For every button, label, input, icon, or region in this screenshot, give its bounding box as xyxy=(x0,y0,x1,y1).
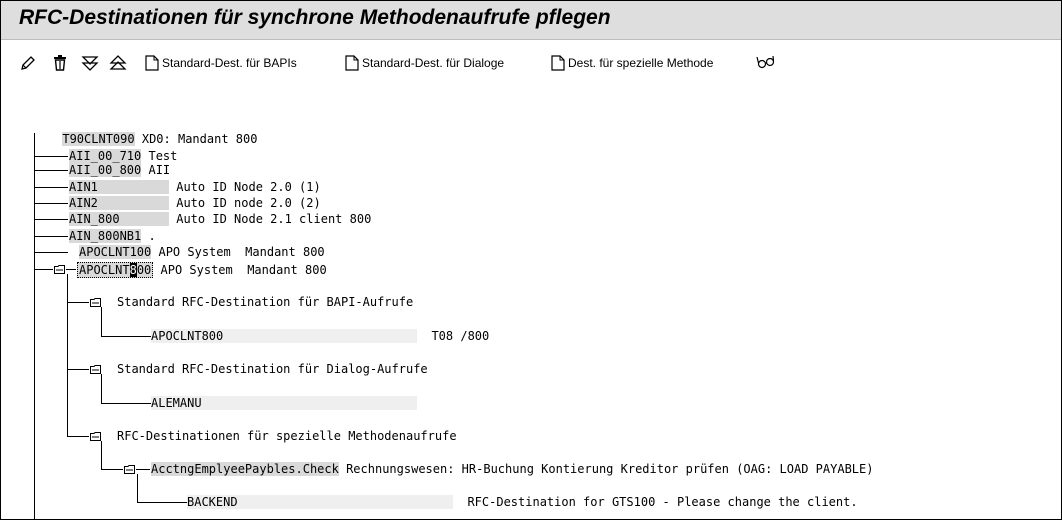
tree-connector xyxy=(34,156,68,157)
open-folder-icon xyxy=(90,298,101,307)
collapse-icon xyxy=(109,55,127,70)
tree-connector xyxy=(101,441,102,469)
application-toolbar: Standard-Dest. für BAPIs Standard-Dest. … xyxy=(1,40,1061,92)
selected-key: APOCLNT800 xyxy=(77,262,154,278)
open-folder-icon xyxy=(124,465,135,474)
title-bar: RFC-Destinationen für synchrone Methoden… xyxy=(1,1,1061,40)
sap-window: RFC-Destinationen für synchrone Methoden… xyxy=(0,0,1062,520)
document-icon xyxy=(345,55,359,71)
tree-item[interactable]: AIN_800NB1 . xyxy=(69,229,156,243)
dialog-folder-label: Standard RFC-Destination für Dialog-Aufr… xyxy=(117,362,428,376)
tree-root-text: XD0: Mandant 800 xyxy=(141,132,258,146)
method-text: Rechnungswesen: HR-Buchung Kontierung Kr… xyxy=(346,462,874,476)
dialog-folder[interactable]: Standard RFC-Destination für Dialog-Aufr… xyxy=(117,362,428,376)
method-key: AcctngEmplyeePaybles.Check xyxy=(151,462,339,476)
tree-item-key: APOCLNT100 xyxy=(79,245,152,259)
tree-item-text: . xyxy=(148,229,156,243)
tree-root-key: T90CLNT090 xyxy=(62,132,135,146)
tree-connector xyxy=(67,302,89,303)
tree-item-key: AIN_800NB1 xyxy=(69,229,142,243)
tree-connector xyxy=(101,403,151,404)
open-folder-icon xyxy=(54,265,65,274)
tree-connector xyxy=(101,307,102,336)
tree-item-text: AII xyxy=(148,163,171,177)
pencil-icon xyxy=(21,56,35,70)
tree-item[interactable]: AIN1 Auto ID Node 2.0 (1) xyxy=(69,180,321,194)
method-item[interactable]: AcctngEmplyeePaybles.Check Rechnungswese… xyxy=(151,462,873,476)
delete-button[interactable] xyxy=(51,50,69,76)
tree-connector xyxy=(137,474,138,502)
bapi-destination[interactable]: APOCLNT800 T08 /800 xyxy=(151,329,489,343)
tree-connector xyxy=(101,374,102,403)
destination-tree: T90CLNT090 XD0: Mandant 800 AII_00_710 T… xyxy=(1,92,1061,519)
standard-dest-dialog-label: Standard-Dest. für Dialoge xyxy=(362,56,505,70)
tree-item-key: AIN2 xyxy=(69,196,169,210)
standard-dest-bapi-button[interactable]: Standard-Dest. für BAPIs xyxy=(144,50,297,76)
tree-connector xyxy=(101,336,151,337)
method-destination-value: BACKEND xyxy=(187,495,453,509)
method-destination-desc: RFC-Destination for GTS100 - Please chan… xyxy=(467,495,858,509)
tree-connector xyxy=(34,219,68,220)
tree-connector xyxy=(66,269,76,270)
open-folder-icon xyxy=(90,365,101,374)
standard-dest-bapi-label: Standard-Dest. für BAPIs xyxy=(162,56,297,70)
bapi-folder-label: Standard RFC-Destination für BAPI-Aufruf… xyxy=(117,295,414,309)
tree-connector xyxy=(67,436,89,437)
tree-connector xyxy=(67,274,68,437)
method-destination[interactable]: BACKEND RFC-Destination for GTS100 - Ple… xyxy=(187,495,858,509)
selected-text: APO System Mandant 800 xyxy=(160,263,327,277)
tree-item[interactable]: AIN_800 Auto ID Node 2.1 client 800 xyxy=(69,212,371,226)
expand-icon xyxy=(81,56,99,71)
document-icon xyxy=(551,55,565,71)
tree-item-text: Test xyxy=(148,149,178,163)
standard-dest-dialog-button[interactable]: Standard-Dest. für Dialoge xyxy=(344,50,504,76)
tree-connector xyxy=(34,269,53,270)
special-method-dest-label: Dest. für spezielle Methode xyxy=(568,56,714,70)
tree-connector xyxy=(101,469,123,470)
tree-item-selected[interactable]: APOCLNT800 APO System Mandant 800 xyxy=(77,262,327,278)
tree-item[interactable]: APOCLNT100 APO System Mandant 800 xyxy=(79,245,325,259)
bapi-folder[interactable]: Standard RFC-Destination für BAPI-Aufruf… xyxy=(117,295,413,309)
tree-item-text: APO System Mandant 800 xyxy=(158,245,325,259)
where-used-button[interactable] xyxy=(755,50,777,76)
tree-connector xyxy=(34,170,68,171)
tree-item-key: AII_00_710 xyxy=(69,149,142,163)
dialog-destination-value: ALEMANU xyxy=(151,396,417,410)
tree-item-key: AIN1 xyxy=(69,180,169,194)
tree-connector xyxy=(136,469,150,470)
tree-connector xyxy=(34,236,68,237)
tree-item-text: Auto ID Node 2.1 client 800 xyxy=(176,212,372,226)
tree-item-key: AIN_800 xyxy=(69,212,169,226)
tree-connector xyxy=(34,203,68,204)
tree-item-text: Auto ID node 2.0 (2) xyxy=(176,196,321,210)
document-icon xyxy=(145,55,159,71)
tree-item[interactable]: AII_00_800 AII xyxy=(69,163,170,177)
bapi-destination-value: APOCLNT800 xyxy=(151,329,417,343)
tree-connector xyxy=(34,133,35,519)
change-button[interactable] xyxy=(19,50,37,76)
dialog-destination[interactable]: ALEMANU xyxy=(151,396,417,410)
collapse-all-button[interactable] xyxy=(109,50,127,76)
method-folder[interactable]: RFC-Destinationen für spezielle Methoden… xyxy=(117,429,457,443)
bapi-destination-desc: T08 /800 xyxy=(431,329,490,343)
tree-connector xyxy=(67,369,89,370)
tree-connector xyxy=(137,502,187,503)
glasses-icon xyxy=(756,55,775,69)
trash-icon xyxy=(54,55,66,71)
tree-item[interactable]: AII_00_710 Test xyxy=(69,149,177,163)
tree-item[interactable]: AIN2 Auto ID node 2.0 (2) xyxy=(69,196,321,210)
tree-root[interactable]: T90CLNT090 XD0: Mandant 800 xyxy=(19,118,257,146)
tree-connector xyxy=(34,187,68,188)
tree-item-key: AII_00_800 xyxy=(69,163,142,177)
tree-connector xyxy=(34,252,68,253)
open-folder-icon xyxy=(90,432,101,441)
window-title: RFC-Destinationen für synchrone Methoden… xyxy=(19,6,611,29)
method-folder-label: RFC-Destinationen für spezielle Methoden… xyxy=(117,429,457,443)
tree-item-text: Auto ID Node 2.0 (1) xyxy=(176,180,321,194)
special-method-dest-button[interactable]: Dest. für spezielle Methode xyxy=(550,50,713,76)
expand-all-button[interactable] xyxy=(81,50,99,76)
